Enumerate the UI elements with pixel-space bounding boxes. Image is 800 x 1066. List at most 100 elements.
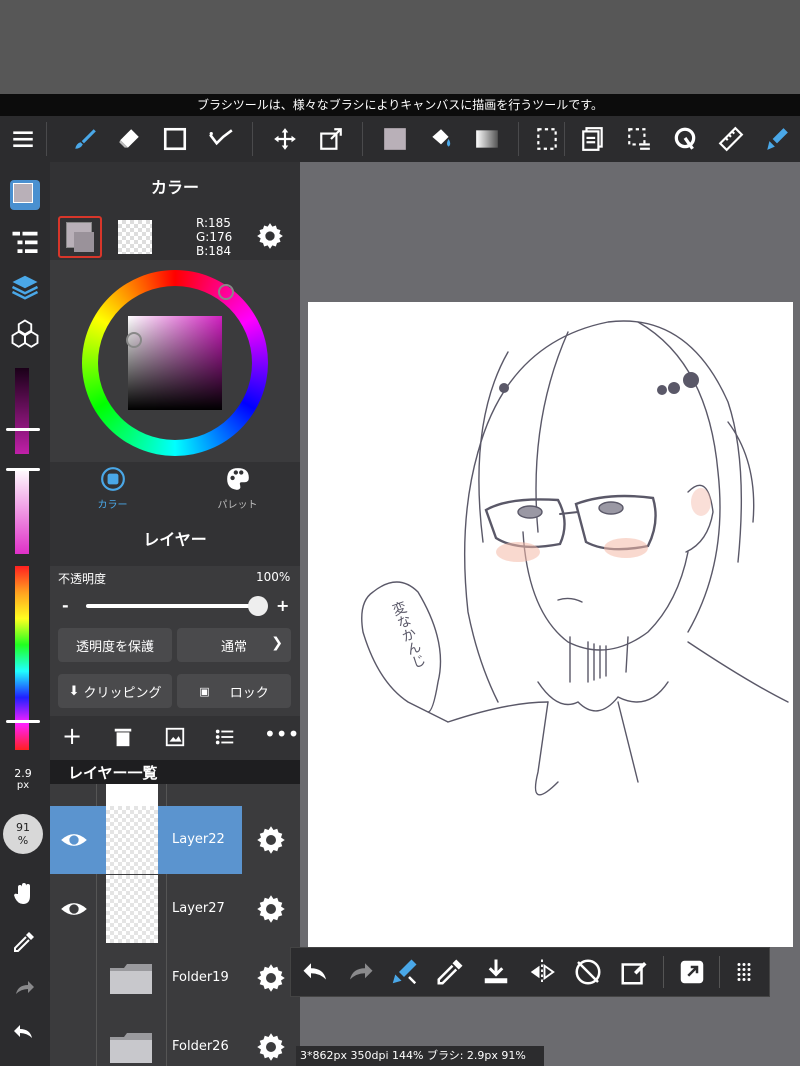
tab-color[interactable]: カラー — [50, 462, 175, 514]
folder-icon — [108, 962, 154, 996]
materials-icon[interactable] — [10, 318, 40, 348]
layer-row-layer22[interactable]: Layer22 — [50, 806, 300, 874]
left-sidebar: 2.9 px 91 % — [0, 162, 50, 1066]
opacity-plus-button[interactable]: + — [276, 596, 289, 615]
color-panel-title: カラー — [50, 162, 300, 214]
clipping-button[interactable]: ⬇ クリッピング — [58, 674, 172, 708]
opacity-slider[interactable] — [15, 468, 29, 554]
eyedropper-icon[interactable] — [435, 957, 465, 987]
redo-icon[interactable] — [12, 976, 36, 1000]
trash-icon[interactable] — [112, 726, 134, 748]
flip-horizontal-icon[interactable] — [527, 957, 557, 987]
opacity-unit: % — [17, 834, 29, 847]
layer-name: Folder19 — [172, 970, 229, 985]
brush-icon[interactable] — [62, 116, 108, 162]
move-icon[interactable] — [262, 116, 308, 162]
rectangle-icon[interactable] — [152, 116, 198, 162]
hue-picker-handle[interactable] — [218, 284, 234, 300]
protect-alpha-button[interactable]: 透明度を保護 — [58, 628, 172, 662]
hue-handle[interactable] — [6, 720, 40, 723]
blend-mode-label: 通常 — [220, 639, 247, 655]
blue-value: B:184 — [196, 244, 232, 258]
bucket-icon[interactable] — [418, 116, 464, 162]
eye-icon[interactable] — [60, 895, 88, 923]
layer-thumbnail — [106, 806, 158, 874]
layer-settings-gear-icon[interactable] — [256, 963, 286, 993]
layer-row-folder19[interactable]: Folder19 — [50, 944, 300, 1012]
tab-palette[interactable]: パレット — [175, 462, 300, 514]
more-options-icon[interactable]: ••• — [264, 724, 299, 744]
transform-icon[interactable] — [308, 116, 354, 162]
opacity-minus-button[interactable]: - — [62, 596, 69, 615]
layer-row-layer27[interactable]: Layer27 — [50, 875, 300, 943]
tool-hint: ブラシツールは、様々なブラシによりキャンバスに描画を行うツールです。 — [0, 94, 800, 116]
tab-color-label: カラー — [97, 500, 128, 511]
image-layer-icon[interactable] — [164, 726, 186, 748]
eraser-icon[interactable] — [106, 116, 152, 162]
fill-color-icon[interactable] — [372, 116, 418, 162]
layer-list: Layer22 Layer27 Folder19 Folder26 — [50, 784, 300, 1066]
color-tab-icon — [100, 467, 125, 491]
transparent-color-swatch[interactable] — [118, 220, 152, 254]
ruler-icon[interactable] — [708, 116, 754, 162]
status-bar — [0, 0, 800, 94]
opacity-handle[interactable] — [6, 468, 40, 471]
layer-opacity-slider[interactable] — [86, 604, 260, 608]
brush-size-value: 2.9 — [14, 767, 32, 780]
layer-thumbnail — [106, 875, 158, 943]
undo-icon[interactable] — [12, 1020, 36, 1044]
layer-list-icon[interactable] — [10, 228, 40, 258]
main-color-swatch[interactable] — [58, 216, 102, 258]
layer-actions-bar: + ••• — [50, 716, 300, 760]
lock-button[interactable]: ▣ ロック — [177, 674, 291, 708]
layer-menu-list-icon[interactable] — [214, 726, 236, 748]
grid-dots-icon[interactable] — [729, 957, 759, 987]
layer-row-folder26[interactable]: Folder26 — [50, 1013, 300, 1066]
drawing-paper[interactable]: 変なかんじ — [308, 302, 793, 947]
saturation-value-square[interactable] — [128, 316, 222, 410]
undo-icon[interactable] — [301, 957, 331, 987]
layer-settings-gear-icon[interactable] — [256, 1032, 286, 1062]
download-icon[interactable] — [481, 957, 511, 987]
current-color-icon — [13, 183, 33, 203]
clipping-icon: ⬇ — [68, 683, 80, 699]
red-value: R:185 — [196, 216, 231, 230]
layer-list-title: レイヤー一覧 — [68, 764, 158, 782]
select-menu-icon[interactable] — [616, 116, 662, 162]
folder-icon — [108, 1031, 154, 1065]
brush-blue-icon[interactable] — [754, 116, 800, 162]
select-check-icon[interactable] — [198, 116, 244, 162]
rotate-reset-icon[interactable] — [573, 957, 603, 987]
layer-opacity-handle[interactable] — [248, 596, 268, 616]
layers-icon[interactable] — [10, 272, 40, 302]
opacity-readout[interactable]: 91 % — [3, 814, 43, 854]
color-wheel-area[interactable] — [50, 260, 300, 462]
lasso-icon[interactable] — [662, 116, 708, 162]
add-layer-icon[interactable]: + — [62, 724, 82, 748]
blend-mode-button[interactable]: 通常 ❯ — [177, 628, 291, 662]
layer-name: Folder26 — [172, 1039, 229, 1054]
color-swatch-button[interactable] — [10, 180, 40, 210]
menu-icon[interactable] — [0, 116, 46, 162]
rgb-values: R:185 G:176 B:184 — [196, 216, 232, 258]
brush-eraser-toggle-icon[interactable] — [389, 957, 419, 987]
redo-icon[interactable] — [345, 957, 375, 987]
clear-icon[interactable] — [619, 957, 649, 987]
layer-settings-gear-icon[interactable] — [256, 894, 286, 924]
palette-icon — [226, 468, 249, 490]
hand-icon[interactable] — [12, 882, 36, 906]
opacity-percent: 100% — [256, 570, 291, 584]
share-icon[interactable] — [677, 957, 707, 987]
layer-settings-gear-icon[interactable] — [256, 825, 286, 855]
copy-layer-icon[interactable] — [570, 116, 616, 162]
brush-size-slider[interactable] — [15, 368, 29, 454]
eye-icon[interactable] — [60, 826, 88, 854]
sv-picker-handle[interactable] — [126, 332, 142, 348]
brush-size-handle[interactable] — [6, 428, 40, 431]
canvas-info-bar: 3*862px 350dpi 144% ブラシ: 2.9px 91% — [296, 1046, 544, 1066]
layer-name: Layer22 — [172, 832, 225, 847]
eyedropper-icon[interactable] — [12, 930, 36, 954]
gradient-icon[interactable] — [464, 116, 510, 162]
side-panel: カラー R:185 G:176 B:184 カラー パレット レイヤー 不透明度… — [50, 162, 300, 1066]
color-settings-gear-icon[interactable] — [256, 222, 284, 250]
